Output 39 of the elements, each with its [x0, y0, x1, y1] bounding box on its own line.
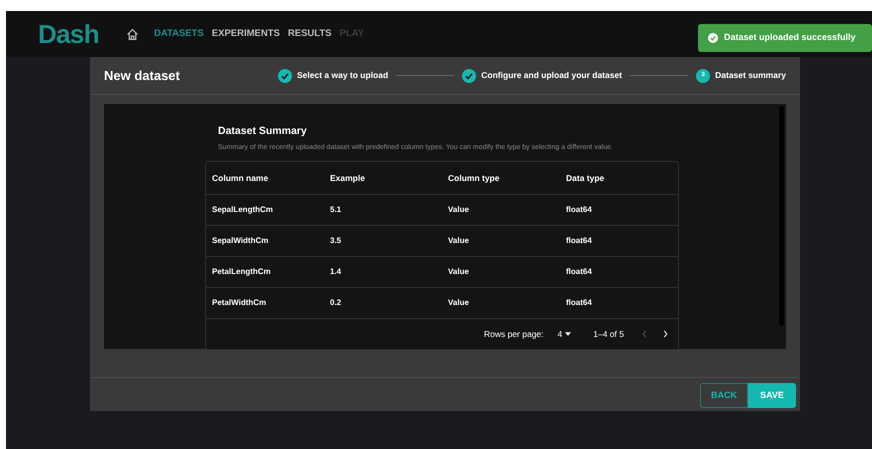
table-cell-text: SepalLengthCm: [211, 204, 274, 216]
column-header: Column name: [211, 172, 270, 185]
step-label: Configure and upload your dataset: [481, 69, 622, 82]
table-cell-text: Value: [447, 266, 470, 278]
table-cell-text: 0.2: [329, 297, 342, 310]
check-circle-icon: [708, 33, 718, 43]
column-header: Data type: [565, 172, 606, 185]
column-header: Column type: [447, 172, 500, 185]
nav-tab[interactable]: EXPERIMENTS: [212, 26, 280, 42]
dialog-title: New dataset: [104, 66, 181, 85]
caret-icon: [565, 332, 572, 336]
table-cell-text: float64: [565, 297, 593, 310]
primary-button[interactable]: SAVE: [748, 383, 796, 408]
toast-message: Dataset uploaded successfully: [724, 31, 856, 44]
rows-per-page-select[interactable]: 4: [558, 328, 572, 341]
table-cell-text: Value: [447, 204, 470, 216]
step-label: Select a way to upload: [297, 69, 388, 82]
column-header: Example: [329, 172, 366, 185]
table-cell-text: 3.5: [329, 235, 342, 248]
rows-per-page-label: Rows per page:: [484, 328, 544, 341]
table-cell-text: Value: [447, 235, 470, 248]
table-cell-text: Value: [447, 297, 470, 310]
section-title: Dataset Summary: [218, 124, 308, 139]
logo[interactable]: Dash: [38, 14, 99, 54]
table-cell-text: PetalLengthCm: [211, 266, 272, 278]
home-icon[interactable]: [126, 28, 139, 40]
step-label: Dataset summary: [715, 69, 786, 82]
table-cell-text: PetalWidthCm: [211, 297, 268, 310]
nav-tab[interactable]: DATASETS: [154, 26, 204, 42]
table-cell-text: SepalWidthCm: [211, 235, 270, 248]
table-cell-text: float64: [565, 204, 593, 216]
page-range: 1–4 of 5: [593, 328, 624, 341]
nav-tab[interactable]: RESULTS: [288, 26, 332, 42]
table-cell-text: 5.1: [329, 204, 342, 216]
table-cell-text: 1.4: [329, 266, 342, 278]
secondary-button[interactable]: BACK: [700, 383, 748, 408]
table-cell-text: float64: [565, 235, 593, 248]
next-page-button[interactable]: [663, 330, 668, 338]
table-cell-text: float64: [565, 266, 593, 278]
